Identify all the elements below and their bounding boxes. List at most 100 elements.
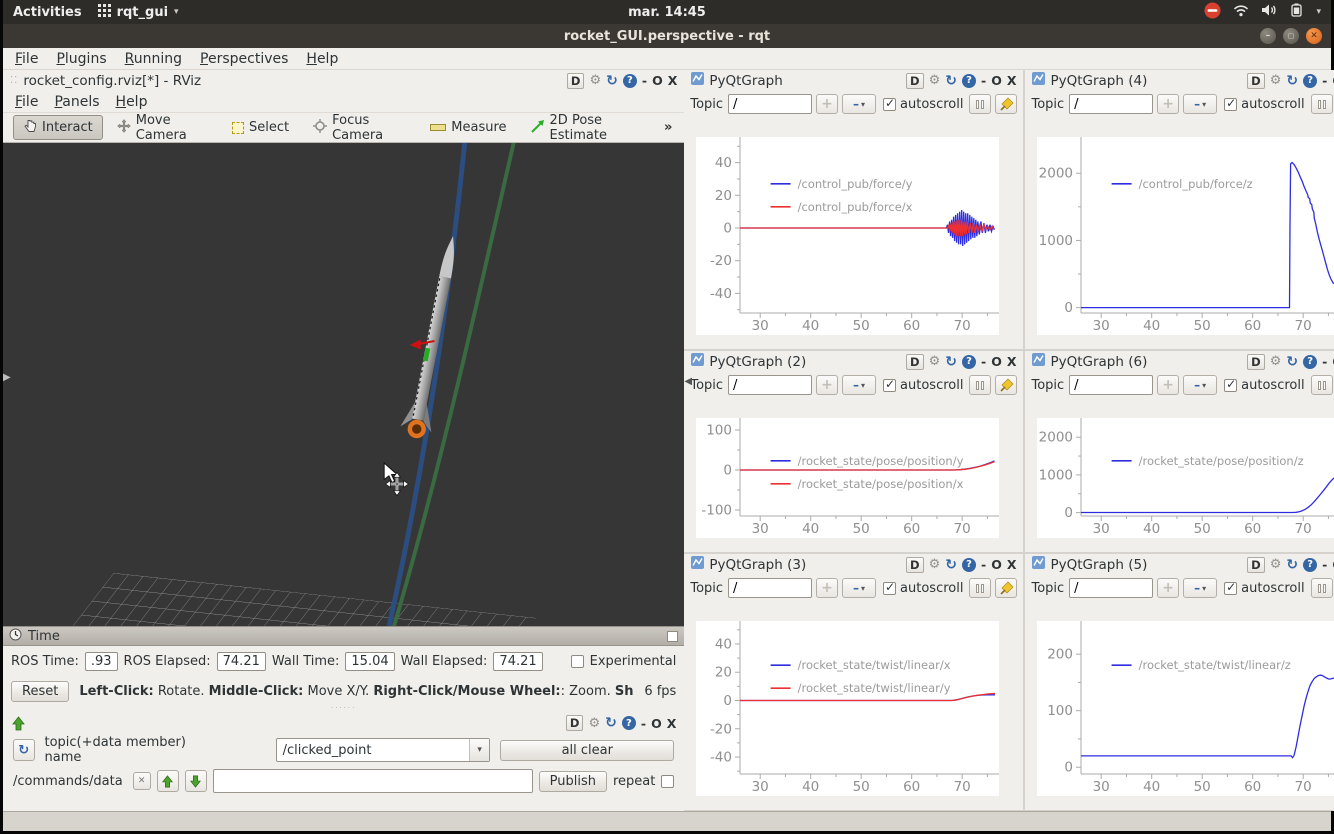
maximize-button[interactable]: O (652, 73, 663, 88)
ros-elapsed-value[interactable]: 74.21 (217, 652, 266, 671)
wall-elapsed-value[interactable]: 74.21 (493, 652, 542, 671)
pause-button[interactable] (1311, 375, 1333, 395)
remove-topic-dropdown[interactable]: –▾ (1183, 578, 1217, 598)
close-button[interactable]: X (1007, 557, 1017, 572)
activities-button[interactable]: Activities (13, 5, 82, 20)
add-topic-button[interactable]: + (816, 578, 838, 598)
remove-topic-dropdown[interactable]: –▾ (1183, 375, 1217, 395)
remove-row-button[interactable]: ✕ (133, 772, 151, 790)
rviz-3d-viewport[interactable] (3, 143, 684, 626)
maximize-button[interactable]: O (991, 354, 1002, 369)
menu-running[interactable]: Running (125, 51, 182, 67)
window-maximize-button[interactable]: ▢ (1283, 28, 1299, 44)
ros-time-value[interactable]: .93 (85, 652, 118, 671)
autoscroll-checkbox[interactable] (883, 582, 896, 595)
wifi-icon[interactable] (1233, 4, 1249, 21)
clock[interactable]: mar. 14:45 (628, 5, 706, 20)
minimize-button[interactable]: - (641, 716, 646, 731)
add-topic-button[interactable]: + (1157, 578, 1179, 598)
plot-canvas[interactable]: 3040506070010002000/control_pub/force/z (1037, 137, 1334, 335)
add-topic-button[interactable]: + (816, 94, 838, 114)
pause-button[interactable] (1311, 94, 1333, 114)
minimize-button[interactable]: - (642, 73, 647, 88)
minimize-button[interactable]: - (1322, 354, 1327, 369)
time-panel-float-button[interactable] (667, 631, 678, 642)
volume-icon[interactable] (1261, 3, 1277, 21)
plot-dock-titlebar[interactable]: PyQtGraph (6) D ⚙ ↻ ? - O X (1025, 351, 1334, 372)
help-icon[interactable]: ? (1303, 558, 1317, 572)
tray-chevron-icon[interactable]: ▾ (1316, 7, 1321, 17)
toolbar-overflow-button[interactable]: » (656, 120, 680, 135)
help-icon[interactable]: ? (623, 74, 637, 88)
app-menu[interactable]: rqt_gui ▾ (98, 4, 179, 21)
close-button[interactable]: X (1007, 73, 1017, 88)
add-topic-button[interactable]: + (1157, 94, 1179, 114)
combobox-dropdown-button[interactable]: ▾ (469, 739, 489, 761)
remove-topic-dropdown[interactable]: –▾ (842, 578, 876, 598)
detach-button[interactable]: D (906, 557, 924, 573)
minimize-button[interactable]: - (981, 354, 986, 369)
minimize-button[interactable]: - (981, 73, 986, 88)
topic-input[interactable] (1069, 375, 1153, 395)
right-panel-collapse-arrow[interactable]: ◀ (684, 376, 692, 387)
do-not-disturb-icon[interactable] (1204, 2, 1221, 23)
add-topic-button[interactable]: + (816, 375, 838, 395)
autoscroll-checkbox[interactable] (1224, 582, 1237, 595)
maximize-button[interactable]: O (991, 557, 1002, 572)
window-close-button[interactable]: ✕ (1306, 28, 1322, 44)
clear-plot-button[interactable] (995, 578, 1017, 598)
all-clear-button[interactable]: all clear (500, 740, 674, 761)
help-icon[interactable]: ? (622, 716, 636, 730)
detach-button[interactable]: D (566, 715, 584, 731)
battery-icon[interactable] (1289, 3, 1304, 21)
settings-icon[interactable]: ⚙ (1270, 558, 1282, 571)
help-icon[interactable]: ? (1303, 74, 1317, 88)
plot-canvas[interactable]: 3040506070010002000/rocket_state/pose/po… (1037, 418, 1334, 538)
remove-topic-dropdown[interactable]: –▾ (842, 94, 876, 114)
reload-icon[interactable]: ↻ (945, 74, 957, 88)
reload-icon[interactable]: ↻ (1286, 558, 1298, 572)
settings-icon[interactable]: ⚙ (589, 74, 601, 87)
plot-canvas[interactable]: 30405060700100200/rocket_state/twist/lin… (1037, 621, 1334, 796)
menu-help[interactable]: Help (306, 51, 338, 67)
pause-button[interactable] (969, 375, 991, 395)
maximize-button[interactable]: O (991, 73, 1002, 88)
rviz-menu-file[interactable]: File (15, 94, 38, 110)
plot-dock-titlebar[interactable]: PyQtGraph (3) D ⚙ ↻ ? - O X (684, 554, 1023, 575)
settings-icon[interactable]: ⚙ (1270, 74, 1282, 87)
remove-topic-dropdown[interactable]: –▾ (842, 375, 876, 395)
clear-plot-button[interactable] (995, 375, 1017, 395)
settings-icon[interactable]: ⚙ (1270, 355, 1282, 368)
detach-button[interactable]: D (1247, 354, 1265, 370)
left-panel-collapse-arrow[interactable]: ▶ (3, 372, 11, 383)
autoscroll-checkbox[interactable] (883, 379, 896, 392)
wall-time-value[interactable]: 15.04 (345, 652, 394, 671)
experimental-checkbox[interactable] (571, 655, 584, 668)
refresh-topics-button[interactable]: ↻ (13, 739, 35, 761)
close-button[interactable]: X (668, 73, 678, 88)
minimize-button[interactable]: - (1322, 557, 1327, 572)
reload-icon[interactable]: ↻ (606, 74, 618, 88)
tool-measure-button[interactable]: Measure (420, 115, 516, 140)
help-icon[interactable]: ? (962, 558, 976, 572)
detach-button[interactable]: D (567, 73, 585, 89)
detach-button[interactable]: D (1247, 557, 1265, 573)
reset-button[interactable]: Reset (11, 681, 69, 702)
rviz-menu-help[interactable]: Help (116, 94, 148, 110)
minimize-button[interactable]: - (981, 557, 986, 572)
plot-dock-titlebar[interactable]: PyQtGraph D ⚙ ↻ ? - O X (684, 70, 1023, 91)
menu-perspectives[interactable]: Perspectives (200, 51, 288, 67)
close-button[interactable]: X (667, 716, 677, 731)
reload-icon[interactable]: ↻ (1286, 74, 1298, 88)
plot-dock-titlebar[interactable]: PyQtGraph (2) D ⚙ ↻ ? - O X (684, 351, 1023, 372)
window-title-bar[interactable]: rocket_GUI.perspective - rqt – ▢ ✕ (3, 24, 1331, 48)
detach-button[interactable]: D (906, 73, 924, 89)
plot-canvas[interactable]: 3040506070-40-2002040/control_pub/force/… (696, 137, 999, 335)
remove-topic-dropdown[interactable]: –▾ (1183, 94, 1217, 114)
pause-button[interactable] (969, 94, 991, 114)
tool-interact-button[interactable]: Interact (13, 115, 103, 140)
detach-button[interactable]: D (1247, 73, 1265, 89)
settings-icon[interactable]: ⚙ (929, 355, 941, 368)
move-up-button[interactable] (157, 770, 179, 792)
topic-input[interactable] (728, 94, 812, 114)
